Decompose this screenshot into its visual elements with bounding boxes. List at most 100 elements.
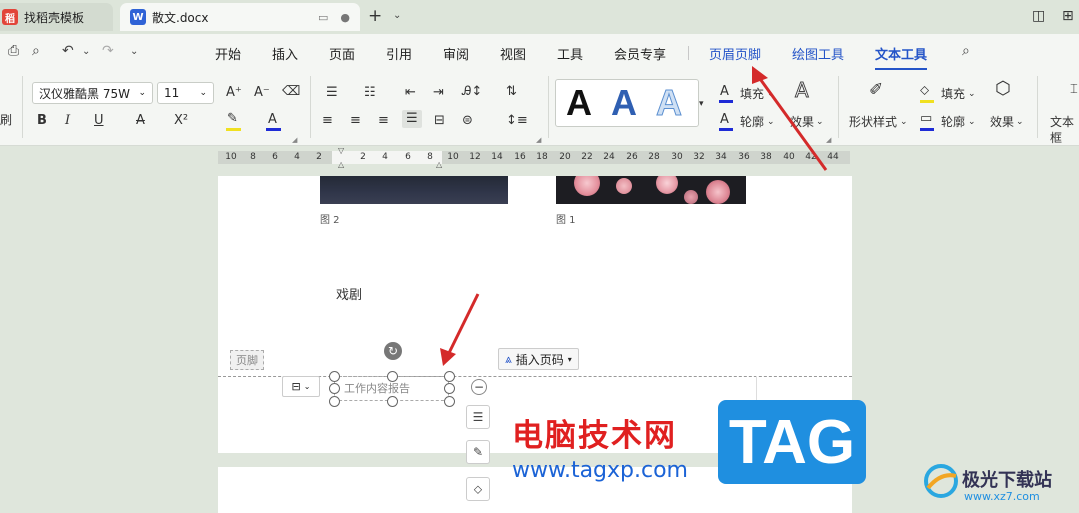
shape-outline-label[interactable]: 轮廓: [941, 114, 965, 130]
rotate-handle-icon[interactable]: ↻: [384, 342, 402, 360]
menu-view[interactable]: 视图: [500, 44, 526, 63]
resize-handle[interactable]: [329, 371, 340, 382]
menu-page[interactable]: 页面: [329, 44, 355, 63]
justify-icon[interactable]: ☰: [402, 110, 422, 128]
resize-handle[interactable]: [444, 371, 455, 382]
gallery-expand-icon[interactable]: ▾: [699, 96, 704, 112]
shape-fill-label[interactable]: 填充: [941, 86, 965, 102]
menu-member[interactable]: 会员专享: [614, 44, 666, 63]
text-outline-label[interactable]: 轮廓: [740, 114, 764, 130]
italic-icon[interactable]: I: [65, 113, 70, 129]
shrink-font-icon[interactable]: A⁻: [254, 85, 270, 101]
menu-reference[interactable]: 引用: [386, 44, 412, 63]
search-icon[interactable]: ⌕: [962, 43, 970, 59]
chevron-down-icon[interactable]: ⌄: [130, 46, 138, 57]
shape-style-icon[interactable]: ✐: [869, 82, 883, 99]
horizontal-ruler[interactable]: 10 8 6 4 2 2 4 6 8 10 12 14 16 18 20 22 …: [218, 146, 850, 169]
eraser-icon[interactable]: ⌫: [282, 84, 300, 100]
text-style-gallery[interactable]: A A A: [555, 79, 699, 127]
bullet-list-icon[interactable]: ☰: [326, 85, 338, 101]
monitor-icon[interactable]: ▭: [318, 11, 328, 24]
group-expand-icon[interactable]: ◢: [826, 132, 831, 148]
shape-fill-icon[interactable]: ⬦: [920, 83, 929, 99]
align-center-icon[interactable]: ≡: [350, 113, 361, 129]
bold-icon[interactable]: B: [37, 113, 47, 129]
text-effect-icon[interactable]: A: [795, 80, 810, 101]
sidebar-toggle-icon[interactable]: ◫: [1032, 8, 1045, 24]
group-expand-icon[interactable]: ◢: [292, 132, 297, 148]
increase-indent-icon[interactable]: ⇥: [433, 85, 444, 101]
left-indent-marker[interactable]: △: [338, 160, 344, 169]
strikethrough-icon[interactable]: A: [136, 113, 145, 129]
shape-outline-icon[interactable]: ▭: [920, 111, 932, 127]
textbox-align-button[interactable]: ⊟ ⌄: [282, 376, 320, 397]
superscript-icon[interactable]: X²: [174, 113, 188, 129]
text-direction-icon[interactable]: Ꭿ↕: [462, 84, 482, 100]
font-color-icon[interactable]: A: [268, 112, 277, 128]
chevron-down-icon[interactable]: ⌄: [1016, 114, 1024, 130]
resize-handle[interactable]: [444, 383, 455, 394]
menu-drawing-tools[interactable]: 绘图工具: [792, 44, 844, 63]
grow-font-icon[interactable]: A⁺: [226, 85, 242, 101]
text-outline-icon[interactable]: A: [720, 112, 729, 128]
edit-shape-icon[interactable]: ✎: [466, 440, 490, 464]
chevron-down-icon[interactable]: ⌄: [900, 114, 908, 130]
tab-document[interactable]: W 散文.docx ▭ ●: [120, 3, 360, 31]
sort-icon[interactable]: ⇅: [506, 84, 517, 100]
text-fill-label[interactable]: 填充: [740, 86, 764, 102]
resize-handle[interactable]: [329, 396, 340, 407]
first-indent-marker[interactable]: ▽: [338, 146, 344, 155]
chevron-down-icon[interactable]: ⌄: [968, 86, 976, 102]
style-black-a[interactable]: A: [566, 82, 592, 124]
resize-handle[interactable]: [387, 396, 398, 407]
underline-icon[interactable]: U: [94, 113, 104, 129]
textbox-content[interactable]: 工作内容报告: [344, 380, 410, 396]
resize-handle[interactable]: [329, 383, 340, 394]
new-tab-plus-icon[interactable]: +: [368, 6, 382, 26]
style-blue-a[interactable]: A: [611, 82, 637, 124]
right-indent-marker[interactable]: △: [436, 160, 442, 169]
collapse-icon[interactable]: −: [471, 379, 487, 395]
menu-header-footer[interactable]: 页眉页脚: [709, 44, 761, 63]
unsaved-dot-icon[interactable]: ●: [340, 11, 350, 24]
menu-insert[interactable]: 插入: [272, 44, 298, 63]
text-effect-label[interactable]: 效果: [790, 114, 814, 130]
chevron-down-icon[interactable]: ⌄: [767, 86, 775, 102]
font-size-select[interactable]: 11 ⌄: [157, 82, 214, 104]
menu-home[interactable]: 开始: [215, 44, 241, 63]
menu-text-tools[interactable]: 文本工具: [875, 44, 928, 70]
grid-apps-icon[interactable]: ⊞: [1062, 8, 1074, 24]
shape-effect-label[interactable]: 效果: [990, 114, 1014, 130]
decrease-indent-icon[interactable]: ⇤: [405, 85, 416, 101]
chevron-down-icon[interactable]: ⌄: [393, 10, 401, 21]
chevron-down-icon[interactable]: ⌄: [767, 114, 775, 130]
layout-options-icon[interactable]: ☰: [466, 405, 490, 429]
distribute-icon[interactable]: ⊟: [434, 113, 445, 129]
numbered-list-icon[interactable]: ☷: [364, 85, 376, 101]
insert-page-number-button[interactable]: ⩓ 插入页码 ▾: [498, 348, 579, 370]
resize-handle[interactable]: [444, 396, 455, 407]
line-spacing-icon[interactable]: ↕≡: [506, 113, 528, 129]
shape-effect-icon[interactable]: ⬡: [995, 80, 1011, 98]
image-figure-2[interactable]: [320, 176, 508, 204]
resize-handle[interactable]: [387, 371, 398, 382]
style-outline-a[interactable]: A: [656, 82, 683, 124]
textbox-label[interactable]: 文本框: [1050, 114, 1079, 146]
align-left-icon[interactable]: ≡: [322, 113, 333, 129]
highlight-icon[interactable]: ✎: [227, 111, 238, 127]
chevron-down-icon[interactable]: ⌄: [816, 114, 824, 130]
font-name-select[interactable]: 汉仪雅酷黑 75W ⌄: [32, 82, 153, 104]
align-right-icon[interactable]: ≡: [378, 113, 389, 129]
print-icon[interactable]: ⎙: [8, 43, 19, 59]
shape-style-label[interactable]: 形状样式: [849, 114, 897, 130]
text-fill-icon[interactable]: A: [720, 84, 729, 100]
format-painter-label[interactable]: 刷: [0, 112, 12, 128]
image-figure-1[interactable]: [556, 176, 746, 204]
group-expand-icon[interactable]: ◢: [536, 132, 541, 148]
undo-icon[interactable]: ↶: [62, 43, 74, 59]
vertical-align-icon[interactable]: ⊜: [462, 113, 473, 129]
print-preview-icon[interactable]: ⌕: [32, 43, 40, 59]
menu-tools[interactable]: 工具: [557, 44, 583, 63]
redo-icon[interactable]: ↷: [102, 43, 114, 59]
chevron-down-icon[interactable]: ⌄: [82, 46, 90, 57]
